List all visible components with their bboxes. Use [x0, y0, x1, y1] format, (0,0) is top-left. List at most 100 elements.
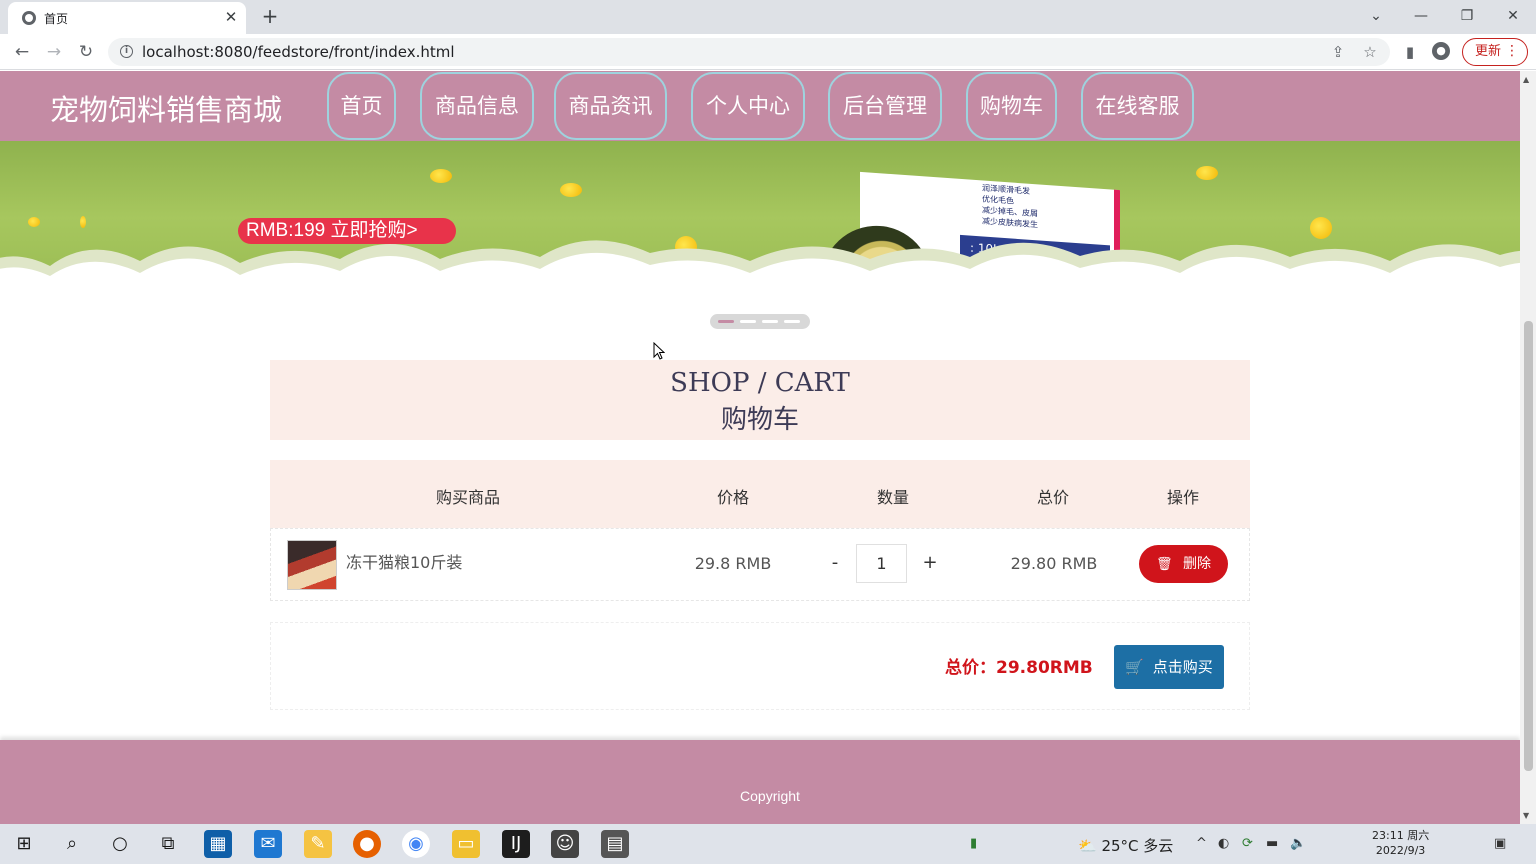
delete-button[interactable]: 🗑 删除 [1139, 545, 1228, 583]
coin-decoration [1196, 166, 1218, 180]
column-header: 操作 [1166, 488, 1199, 507]
checkout-button[interactable]: 🛒 点击购买 [1114, 645, 1224, 689]
carousel-indicator [710, 314, 810, 329]
scroll-up-arrow-icon[interactable]: ▲ [1523, 75, 1529, 84]
carousel-dot[interactable] [718, 320, 734, 323]
weather-text: 25°C 多云 [1101, 837, 1174, 855]
column-header: 数量 [876, 488, 909, 507]
nav-products[interactable]: 商品信息 [420, 72, 534, 140]
cloud-sun-icon: ⛅ [1078, 837, 1097, 855]
back-arrow-icon[interactable]: ← [10, 40, 34, 64]
nav-news[interactable]: 商品资讯 [554, 72, 667, 140]
carousel-dot[interactable] [762, 320, 778, 323]
chevron-up-icon[interactable]: ^ [1196, 836, 1207, 851]
notes-app-icon[interactable]: ✎ [304, 830, 332, 858]
profile-icon[interactable]: ● [1432, 42, 1450, 60]
side-panel-icon[interactable]: ▮ [1400, 42, 1420, 62]
trash-icon: 🗑 [1156, 557, 1173, 572]
product-name[interactable]: 冻干猫粮10斤装 [346, 549, 462, 573]
column-header: 价格 [716, 488, 749, 507]
item-price: 29.8 RMB [694, 554, 772, 573]
chrome-icon[interactable]: ◉ [402, 830, 430, 858]
site-title[interactable]: 宠物饲料销售商城 [50, 87, 282, 129]
cart-title-en: SHOP / CART [670, 368, 850, 398]
cloud-shape [0, 240, 1520, 281]
quantity-increase-button[interactable]: + [922, 552, 938, 573]
quantity-input[interactable]: 1 [856, 544, 907, 583]
windows-taskbar: ⊞ ⌕ ○ ⧉ ▦ ✉ ✎ ● ◉ ▭ IJ ☺ ▤ ▮ ⛅ 25°C 多云 ^… [0, 824, 1536, 864]
quantity-decrease-button[interactable]: - [827, 552, 843, 573]
site-footer: Copyright [0, 740, 1520, 824]
reload-icon[interactable]: ↻ [74, 40, 98, 64]
intellij-icon[interactable]: IJ [502, 830, 530, 858]
copyright-text: Copyright [740, 788, 800, 804]
windows-start-icon[interactable]: ⊞ [10, 830, 38, 858]
nav-admin[interactable]: 后台管理 [828, 72, 942, 140]
clock-time: 23:11 周六 [1372, 829, 1430, 842]
site-header: 宠物饲料销售商城 首页 商品信息 商品资讯 个人中心 后台管理 购物车 在线客服 [0, 71, 1520, 141]
info-icon[interactable]: i [120, 45, 133, 58]
address-bar[interactable]: i localhost:8080/feedstore/front/index.h… [108, 38, 1390, 66]
delete-label: 删除 [1182, 556, 1211, 572]
cart-table-header: 购买商品 价格 数量 总价 操作 [270, 460, 1250, 528]
cart-title-cn: 购物车 [720, 405, 799, 435]
new-tab-button[interactable]: + [258, 4, 282, 28]
clock-date: 2022/9/3 [1375, 844, 1426, 857]
page-viewport: 润泽顺滑毛发 优化毛色 减少掉毛、皮屑 减少皮肤病发生 : 10kg RMB:1… [0, 71, 1520, 824]
scroll-down-arrow-icon[interactable]: ▼ [1523, 811, 1529, 820]
mouse-cursor-icon [653, 342, 665, 360]
task-view-icon[interactable]: ⧉ [154, 830, 182, 858]
weather-widget[interactable]: ⛅ 25°C 多云 [1078, 835, 1173, 856]
notification-icon[interactable]: ▣ [1494, 836, 1506, 851]
nav-home[interactable]: 首页 [327, 72, 396, 140]
browser-tab[interactable]: 首页 ✕ [8, 2, 246, 34]
mail-icon[interactable]: ✉ [254, 830, 282, 858]
minimize-button[interactable]: — [1406, 4, 1436, 28]
globe-icon [22, 11, 36, 25]
close-icon[interactable]: ✕ [222, 7, 240, 27]
product-thumbnail[interactable] [287, 540, 337, 590]
carousel-dot[interactable] [784, 320, 800, 323]
file-explorer-icon[interactable]: ▭ [452, 830, 480, 858]
star-icon[interactable]: ☆ [1360, 42, 1380, 62]
column-header: 购买商品 [435, 488, 500, 507]
nav-user-center[interactable]: 个人中心 [691, 72, 805, 140]
forward-arrow-icon[interactable]: → [42, 40, 66, 64]
coin-decoration [560, 183, 582, 197]
volume-icon[interactable]: 🔈 [1290, 836, 1306, 851]
network-icon[interactable]: ▬ [1266, 836, 1278, 851]
restore-button[interactable]: ❐ [1452, 4, 1482, 28]
share-icon[interactable]: ⇪ [1328, 42, 1348, 62]
table-row: 冻干猫粮10斤装 29.8 RMB - 1 + 29.80 RMB 🗑 删除 [270, 528, 1250, 601]
scroll-thumb[interactable] [1524, 321, 1533, 771]
promo-badge[interactable]: RMB:199 立即抢购> [238, 218, 456, 244]
tab-title: 首页 [44, 12, 69, 26]
window-close-button[interactable]: ✕ [1498, 4, 1528, 28]
chevron-down-icon[interactable]: ⌄ [1361, 4, 1391, 28]
store-icon[interactable]: ▦ [204, 830, 232, 858]
total-price: 总价：29.80RMB [945, 658, 1093, 678]
browser-toolbar: ← → ↻ i localhost:8080/feedstore/front/i… [0, 34, 1536, 70]
battery-icon[interactable]: ▮ [970, 836, 977, 851]
qq-icon[interactable]: ◐ [1218, 836, 1229, 851]
banner-slide[interactable]: 润泽顺滑毛发 优化毛色 减少掉毛、皮屑 减少皮肤病发生 : 10kg RMB:1… [0, 141, 1520, 281]
system-clock[interactable]: 23:11 周六 2022/9/3 [1372, 828, 1429, 858]
carousel-dot[interactable] [740, 320, 756, 323]
browser-tab-strip: 首页 ✕ + ⌄ — ❐ ✕ [0, 0, 1536, 34]
url-text[interactable]: localhost:8080/feedstore/front/index.htm… [142, 43, 455, 61]
coin-decoration [430, 169, 452, 183]
update-button[interactable]: 更新 ⋮ [1462, 38, 1528, 66]
checkout-label: 点击购买 [1152, 658, 1213, 676]
search-icon[interactable]: ⌕ [58, 830, 86, 858]
nav-cart[interactable]: 购物车 [966, 72, 1057, 140]
terminal-icon[interactable]: ▤ [601, 830, 629, 858]
app-icon[interactable]: ☺ [551, 830, 579, 858]
page-scrollbar[interactable]: ▲ ▼ [1520, 71, 1536, 824]
firefox-icon[interactable]: ● [353, 830, 381, 858]
cortana-icon[interactable]: ○ [106, 830, 134, 858]
sync-icon[interactable]: ⟳ [1242, 836, 1253, 851]
column-header: 总价 [1036, 488, 1069, 507]
cart-icon: 🛒 [1125, 658, 1144, 676]
nav-customer-service[interactable]: 在线客服 [1081, 72, 1194, 140]
cart-total-box: 总价：29.80RMB 🛒 点击购买 [270, 622, 1250, 710]
